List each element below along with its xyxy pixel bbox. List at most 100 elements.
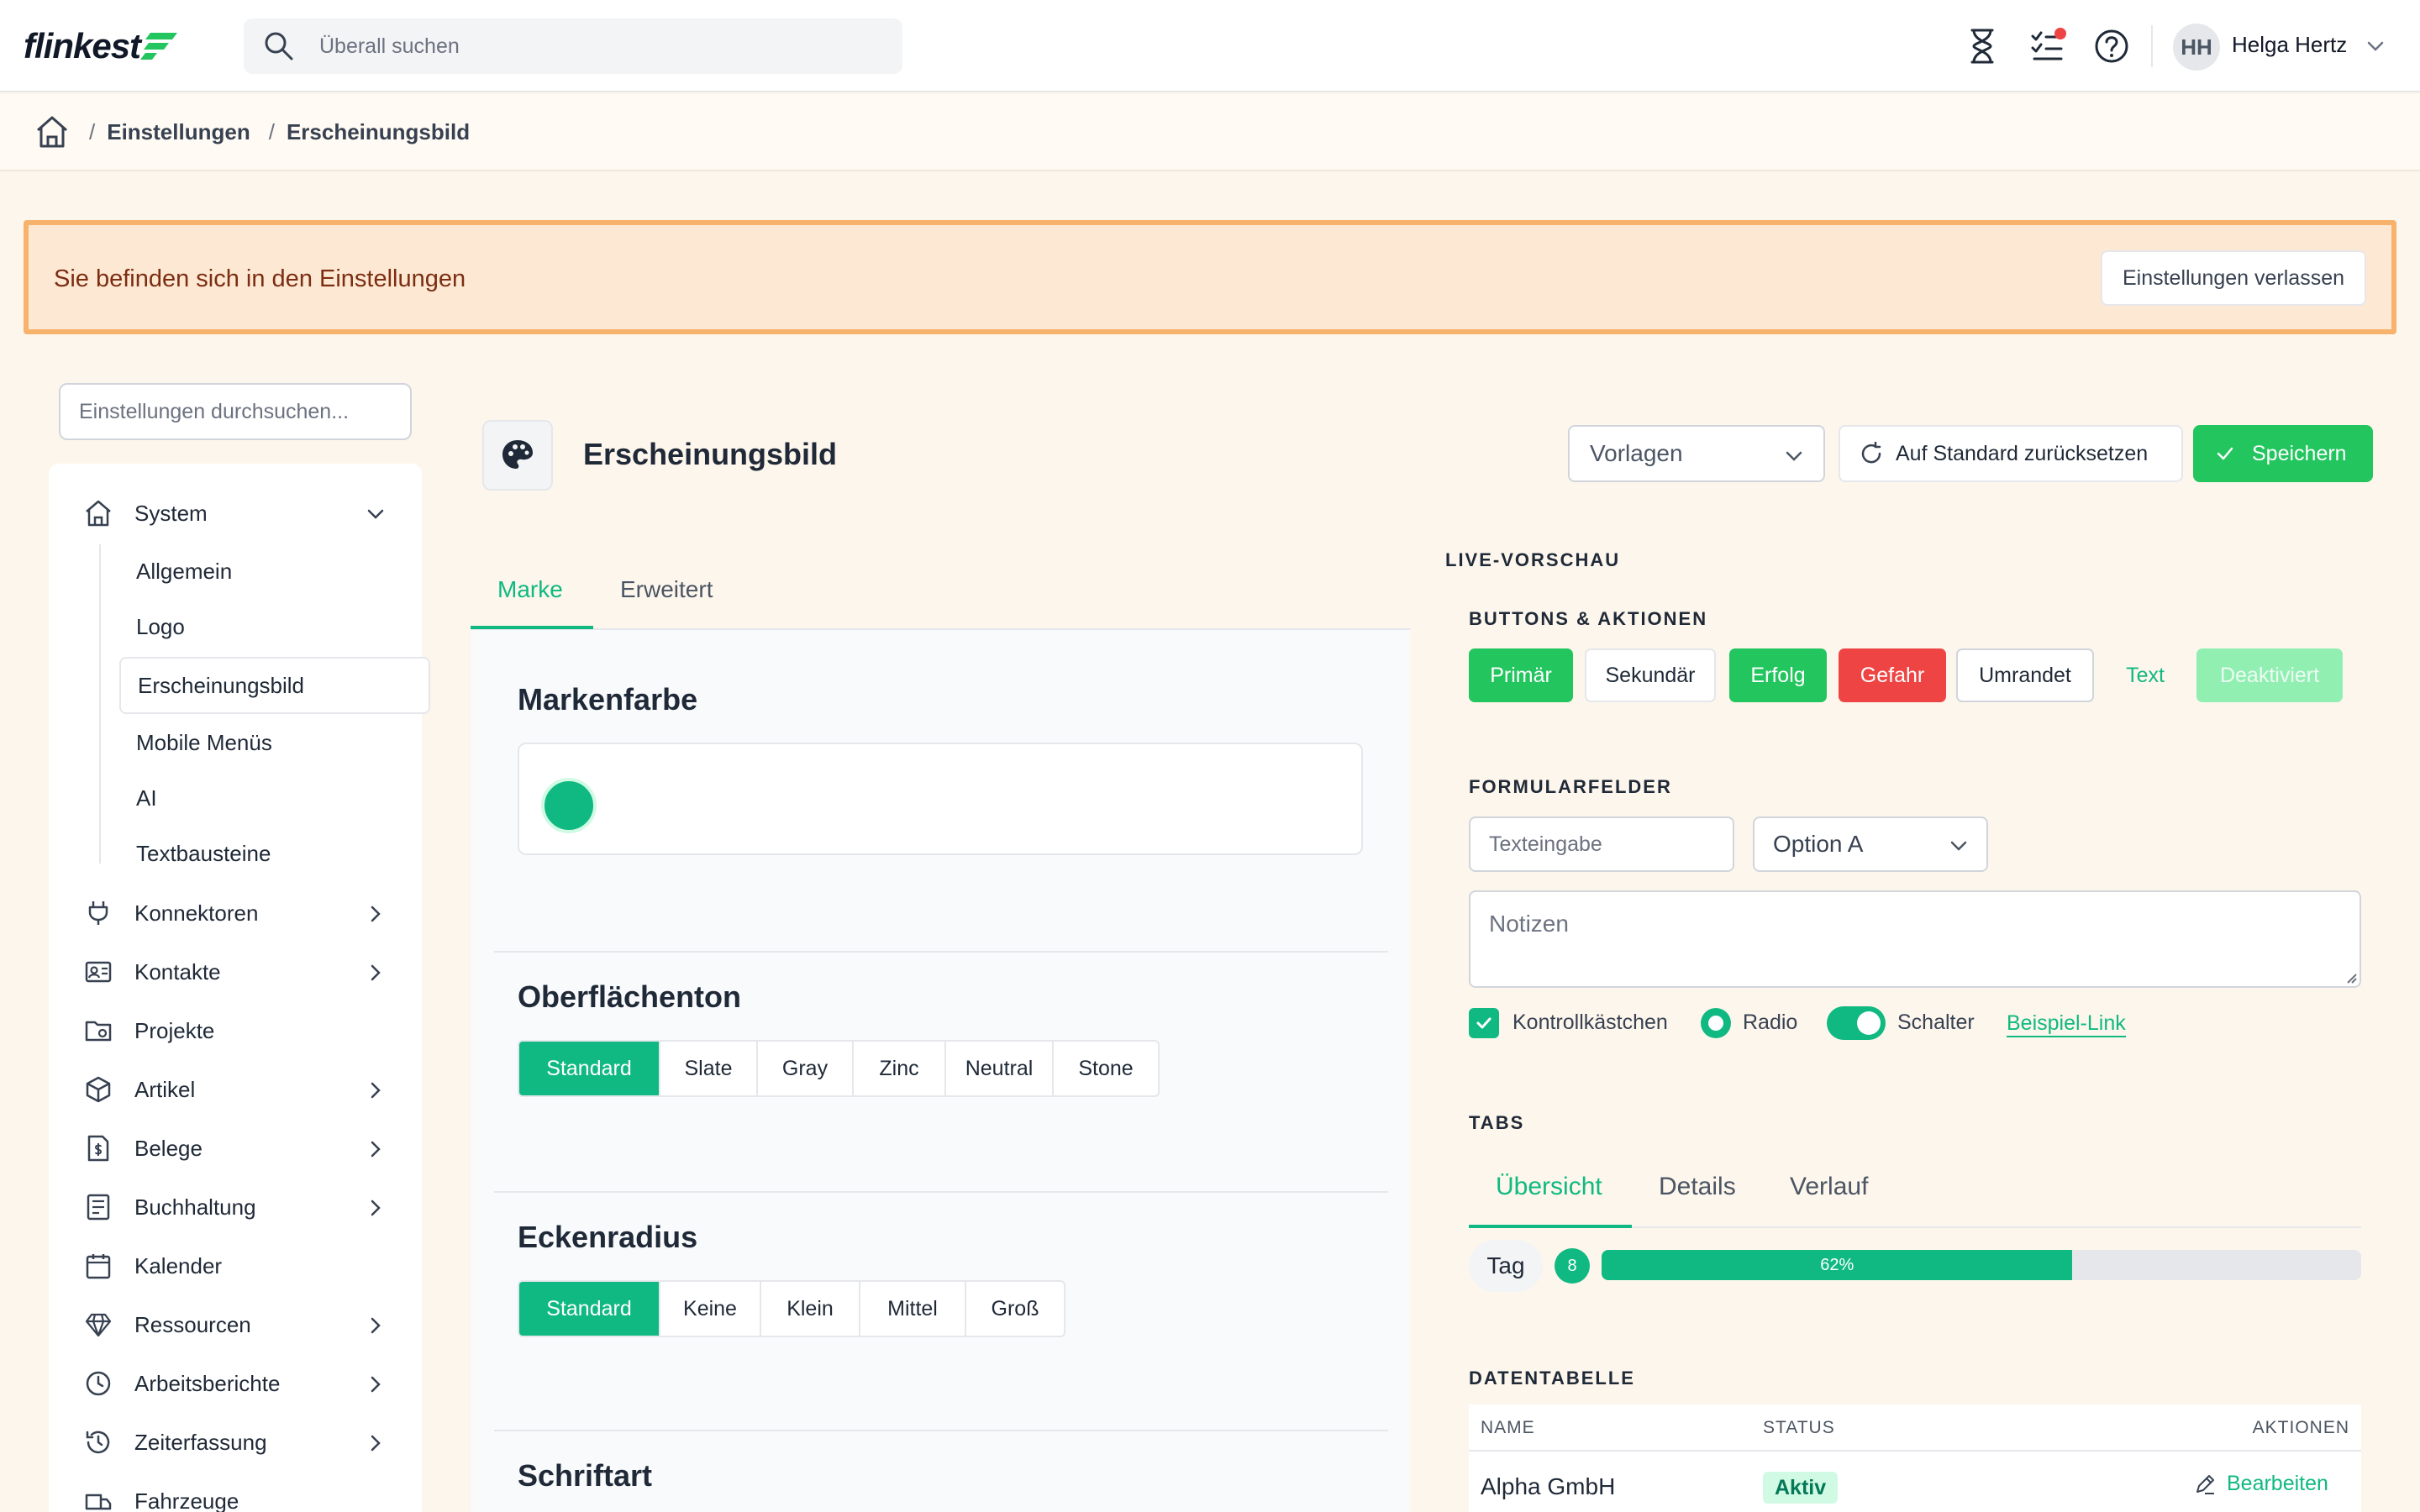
save-label: Speichern xyxy=(2252,441,2347,465)
contact-card-icon xyxy=(84,958,118,986)
section-divider xyxy=(494,1430,1388,1431)
chevron-right-icon xyxy=(365,1079,387,1101)
avatar[interactable]: HH xyxy=(2173,24,2220,71)
sidebar-subitem-allgemein[interactable]: Allgemein xyxy=(136,551,232,591)
surface-option-standard[interactable]: Standard xyxy=(519,1042,660,1095)
logo-mark-icon xyxy=(140,33,178,60)
preview-radio[interactable] xyxy=(1701,1008,1731,1038)
sidebar-item-arbeitsberichte[interactable]: Arbeitsberichte xyxy=(84,1362,387,1404)
leave-settings-button[interactable]: Einstellungen verlassen xyxy=(2101,250,2366,306)
settings-search-input[interactable]: Einstellungen durchsuchen... xyxy=(59,383,412,440)
preview-success-button[interactable]: Erfolg xyxy=(1729,648,1827,702)
sidebar-item-fahrzeuge[interactable]: Fahrzeuge xyxy=(84,1480,387,1512)
sidebar-subitem-ai[interactable]: AI xyxy=(136,778,157,818)
chevron-down-icon xyxy=(365,503,387,525)
sidebar-item-konnektoren[interactable]: Konnektoren xyxy=(84,892,387,934)
home-icon xyxy=(84,499,118,528)
logo-text: flinkest xyxy=(24,26,141,66)
sidebar-item-projekte[interactable]: Projekte xyxy=(84,1010,387,1052)
sidebar-item-buchhaltung[interactable]: Buchhaltung xyxy=(84,1186,387,1228)
sidebar-subitem-erscheinungsbild[interactable]: Erscheinungsbild xyxy=(138,665,304,706)
box-icon xyxy=(84,1075,118,1104)
save-button[interactable]: Speichern xyxy=(2193,425,2373,482)
sidebar-subitem-logo[interactable]: Logo xyxy=(136,606,185,647)
edit-action-link[interactable]: Bearbeiten xyxy=(2193,1472,2328,1496)
sidebar-subitem-textbausteine[interactable]: Textbausteine xyxy=(136,833,271,874)
table-header-status: STATUS xyxy=(1763,1418,1835,1437)
preview-tab-verlauf[interactable]: Verlauf xyxy=(1790,1173,1868,1201)
breadcrumb-item-current: Erscheinungsbild xyxy=(286,118,471,144)
preview-notes-textarea[interactable]: Notizen xyxy=(1469,890,2361,988)
preview-checkbox[interactable] xyxy=(1469,1008,1499,1038)
preview-tab-details[interactable]: Details xyxy=(1659,1173,1736,1201)
radius-option-standard[interactable]: Standard xyxy=(519,1282,660,1336)
user-name[interactable]: Helga Hertz xyxy=(2232,32,2347,58)
preview-select[interactable]: Option A xyxy=(1753,816,1988,872)
app-logo[interactable]: flinkest xyxy=(24,24,179,69)
radius-option-keine[interactable]: Keine xyxy=(660,1282,761,1336)
preview-table-header: NAME STATUS AKTIONEN xyxy=(1469,1404,2361,1452)
surface-option-gray[interactable]: Gray xyxy=(758,1042,854,1095)
chevron-right-icon xyxy=(365,1138,387,1160)
preview-danger-button[interactable]: Gefahr xyxy=(1839,648,1946,702)
radius-option-klein[interactable]: Klein xyxy=(761,1282,860,1336)
calendar-icon xyxy=(84,1252,118,1280)
breadcrumb-item-einstellungen[interactable]: Einstellungen xyxy=(107,119,250,145)
preview-outline-button[interactable]: Umrandet xyxy=(1956,648,2094,702)
sidebar-item-kontakte[interactable]: Kontakte xyxy=(84,951,387,993)
tab-erweitert[interactable]: Erweitert xyxy=(620,576,713,603)
global-search[interactable]: Überall suchen xyxy=(244,18,902,74)
preview-text-input[interactable]: Texteingabe xyxy=(1469,816,1734,872)
section-title-brand-color: Markenfarbe xyxy=(518,682,698,717)
sidebar-item-zeiterfassung[interactable]: Zeiterfassung xyxy=(84,1421,387,1463)
sidebar-item-system[interactable]: System xyxy=(84,492,387,534)
radius-option-mittel[interactable]: Mittel xyxy=(860,1282,966,1336)
check-icon xyxy=(1476,1017,1491,1029)
surface-option-stone[interactable]: Stone xyxy=(1054,1042,1158,1095)
preview-progress-bar: 62% xyxy=(1602,1250,2361,1280)
section-divider xyxy=(494,1191,1388,1193)
preview-badge: 8 xyxy=(1555,1248,1590,1284)
status-badge: Aktiv xyxy=(1763,1472,1839,1504)
section-divider xyxy=(494,951,1388,953)
sidebar-subitem-mobile-menus[interactable]: Mobile Menüs xyxy=(136,722,272,763)
sidebar-item-ressourcen[interactable]: Ressourcen xyxy=(84,1304,387,1346)
preview-table-title: DATENTABELLE xyxy=(1469,1368,1635,1389)
home-icon[interactable] xyxy=(34,113,71,150)
check-icon xyxy=(2217,447,2233,460)
preview-disabled-button: Deaktiviert xyxy=(2196,648,2343,702)
sidebar-item-artikel[interactable]: Artikel xyxy=(84,1068,387,1110)
preview-switch-label: Schalter xyxy=(1897,1011,1975,1034)
surface-option-zinc[interactable]: Zinc xyxy=(854,1042,946,1095)
preview-link[interactable]: Beispiel-Link xyxy=(2007,1011,2126,1037)
preview-checkbox-label: Kontrollkästchen xyxy=(1512,1011,1668,1034)
brand-color-swatch[interactable] xyxy=(541,778,597,833)
preview-primary-button[interactable]: Primär xyxy=(1469,648,1573,702)
sidebar-item-kalender[interactable]: Kalender xyxy=(84,1245,387,1287)
chevron-right-icon xyxy=(365,1432,387,1454)
tab-marke[interactable]: Marke xyxy=(497,576,563,603)
search-icon xyxy=(265,32,293,60)
sidebar-item-belege[interactable]: Belege xyxy=(84,1127,387,1169)
ledger-icon xyxy=(84,1193,118,1221)
preview-secondary-button[interactable]: Sekundär xyxy=(1585,648,1716,702)
reset-defaults-button[interactable]: Auf Standard zurücksetzen xyxy=(1839,425,2183,482)
edit-action-label: Bearbeiten xyxy=(2227,1472,2328,1495)
tab-divider xyxy=(471,628,1410,630)
chevron-down-icon[interactable] xyxy=(2363,34,2388,59)
templates-select[interactable]: Vorlagen xyxy=(1568,425,1825,482)
table-header-actions: AKTIONEN xyxy=(2252,1418,2349,1437)
radius-option-gross[interactable]: Groß xyxy=(966,1282,1064,1336)
preview-text-button[interactable]: Text xyxy=(2107,648,2183,702)
hourglass-icon[interactable] xyxy=(1961,25,2003,67)
surface-option-neutral[interactable]: Neutral xyxy=(946,1042,1054,1095)
surface-option-slate[interactable]: Slate xyxy=(660,1042,758,1095)
table-header-name: NAME xyxy=(1481,1418,1535,1437)
preview-tab-uebersicht[interactable]: Übersicht xyxy=(1496,1173,1602,1201)
tasks-icon[interactable] xyxy=(2027,25,2069,67)
sidebar-item-label: Konnektoren xyxy=(134,900,259,926)
brand-color-picker[interactable] xyxy=(518,743,1363,855)
resize-handle-icon[interactable] xyxy=(2344,971,2358,984)
preview-switch[interactable] xyxy=(1827,1006,1886,1040)
help-icon[interactable] xyxy=(2091,25,2133,67)
